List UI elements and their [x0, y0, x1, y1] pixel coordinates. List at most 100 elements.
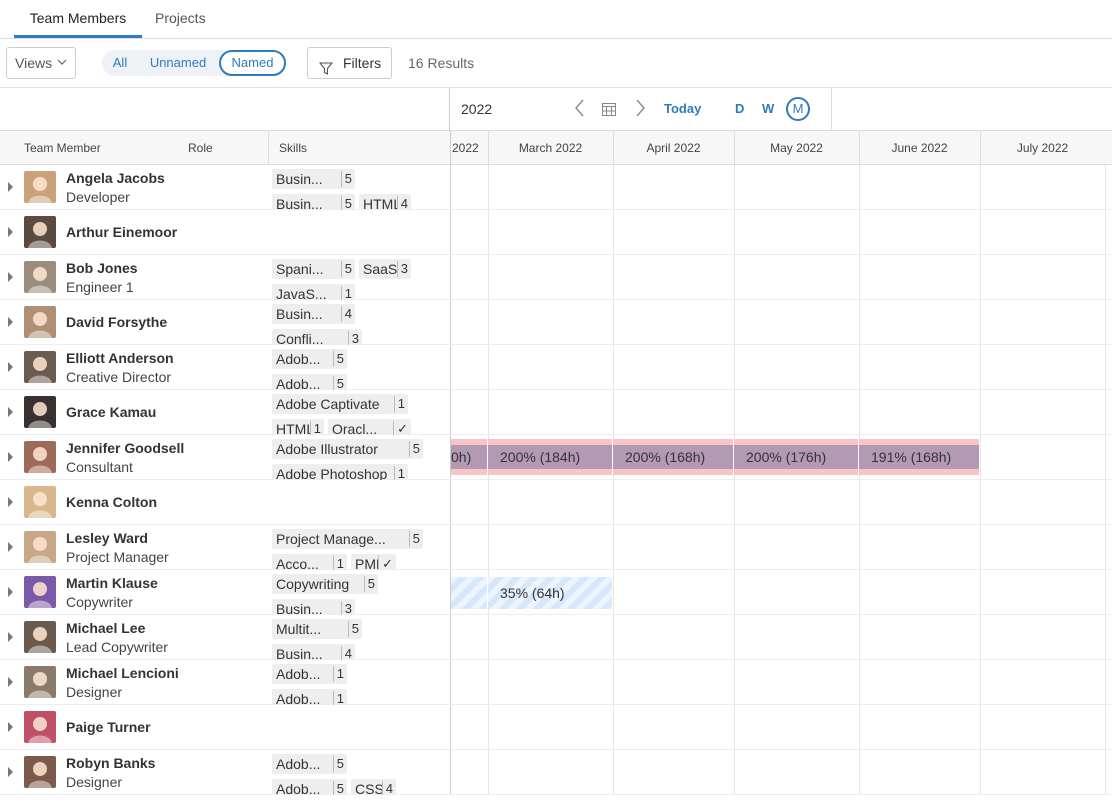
segment-named[interactable]: Named [219, 50, 286, 76]
caret-right-icon[interactable] [8, 677, 13, 687]
scale-week-button[interactable]: W [762, 101, 774, 116]
skill-chip[interactable]: PMP ✓ [351, 554, 396, 570]
scale-month-button[interactable]: M [786, 97, 810, 121]
chevron-right-icon[interactable] [634, 98, 646, 122]
caret-right-icon[interactable] [8, 272, 13, 282]
caret-right-icon[interactable] [8, 767, 13, 777]
member-name[interactable]: Kenna Colton [66, 494, 157, 510]
member-name[interactable]: Arthur Einemoor [66, 224, 177, 240]
today-button[interactable]: Today [664, 101, 701, 116]
allocation-bar[interactable]: 191% (168h) [859, 439, 979, 475]
skill-chip[interactable]: Adobe Photoshop 1 [272, 464, 408, 480]
caret-right-icon[interactable] [8, 227, 13, 237]
team-member-row[interactable]: Lesley Ward Project Manager Project Manage… [0, 525, 1112, 570]
member-name[interactable]: Michael Lencioni [66, 665, 179, 681]
skill-chip[interactable]: Adob... 5 [272, 754, 347, 774]
team-member-row[interactable]: Bob Jones Engineer 1 Spani... 5 SaaS 3 JavaS..… [0, 255, 1112, 300]
scale-day-button[interactable]: D [735, 101, 744, 116]
skill-chip[interactable]: Busin... 5 [272, 169, 355, 189]
skill-chip[interactable]: Confli... 3 [272, 329, 362, 345]
month-header[interactable]: July 2022 [980, 141, 1105, 155]
member-name[interactable]: Lesley Ward [66, 530, 148, 546]
allocation-bar[interactable]: 200% (184h) [488, 439, 612, 475]
team-member-row[interactable]: Grace Kamau Adobe Captivate 1 HTML 1 Oracl...… [0, 390, 1112, 435]
skill-chip[interactable]: Busin... 5 [272, 194, 355, 210]
caret-right-icon[interactable] [8, 587, 13, 597]
skill-chip[interactable]: Acco... 1 [272, 554, 347, 570]
skill-chip[interactable]: Adob... 5 [272, 349, 347, 369]
team-member-row[interactable]: Jennifer Goodsell Consultant Adobe Illustr… [0, 435, 1112, 480]
caret-right-icon[interactable] [8, 452, 13, 462]
member-name[interactable]: David Forsythe [66, 314, 167, 330]
column-header-member[interactable]: Team Member [24, 141, 101, 155]
team-member-row[interactable]: Michael Lencioni Designer Adob... 1 Adob... 1 [0, 660, 1112, 705]
caret-right-icon[interactable] [8, 632, 13, 642]
allocation-bar[interactable]: 0h) [451, 439, 487, 475]
member-name[interactable]: Paige Turner [66, 719, 151, 735]
member-name[interactable]: Martin Klause [66, 575, 158, 591]
team-member-row[interactable]: Kenna Colton [0, 480, 1112, 525]
tab-projects[interactable]: Projects [155, 0, 206, 38]
skill-chip[interactable]: SaaS 3 [359, 259, 411, 279]
chevron-left-icon[interactable] [574, 98, 586, 122]
member-name[interactable]: Jennifer Goodsell [66, 440, 184, 456]
skill-chip[interactable]: Busin... 4 [272, 304, 355, 324]
column-header-skills[interactable]: Skills [279, 141, 307, 155]
caret-right-icon[interactable] [8, 542, 13, 552]
team-member-row[interactable]: Martin Klause Copywriter Copywriting 5 Busin… [0, 570, 1112, 615]
member-name[interactable]: Robyn Banks [66, 755, 155, 771]
member-name[interactable]: Elliott Anderson [66, 350, 174, 366]
skill-chip[interactable]: Oracl... ✓ [328, 419, 411, 435]
caret-right-icon[interactable] [8, 182, 13, 192]
skill-chip[interactable]: Adobe Captivate 1 [272, 394, 408, 414]
allocation-bar[interactable]: 200% (176h) [734, 439, 858, 475]
caret-right-icon[interactable] [8, 722, 13, 732]
allocation-bar[interactable] [451, 577, 487, 609]
skill-chip[interactable]: Adobe Illustrator 5 [272, 439, 423, 459]
month-header[interactable]: May 2022 [734, 141, 859, 155]
skill-chip[interactable]: HTML 1 [272, 419, 324, 435]
allocation-bar[interactable]: 200% (168h) [613, 439, 733, 475]
caret-right-icon[interactable] [8, 407, 13, 417]
month-header[interactable]: April 2022 [613, 141, 734, 155]
skill-chip[interactable]: Busin... 4 [272, 644, 355, 660]
caret-right-icon[interactable] [8, 497, 13, 507]
calendar-icon[interactable] [601, 101, 617, 120]
skill-chip[interactable]: Adob... 5 [272, 374, 347, 390]
team-member-row[interactable]: Arthur Einemoor [0, 210, 1112, 255]
team-member-row[interactable]: Michael Lee Lead Copywriter Multit... 5 Busi… [0, 615, 1112, 660]
team-member-row[interactable]: Paige Turner [0, 705, 1112, 750]
skill-chip[interactable]: Adob... 5 [272, 779, 347, 795]
skill-chip[interactable]: Adob... 1 [272, 664, 347, 684]
caret-right-icon[interactable] [8, 317, 13, 327]
team-member-row[interactable]: David Forsythe Busin... 4 Confli... 3 [0, 300, 1112, 345]
skill-chip[interactable]: Copywriting 5 [272, 574, 378, 594]
month-header[interactable]: March 2022 [488, 141, 613, 155]
month-header[interactable]: 2022 [451, 141, 488, 155]
column-header-role[interactable]: Role [188, 141, 213, 155]
segment-unnamed[interactable]: Unnamed [144, 50, 212, 76]
skill-chip[interactable]: Spani... 5 [272, 259, 355, 279]
team-member-row[interactable]: Angela Jacobs Developer Busin... 5 Busin... 5… [0, 165, 1112, 210]
column-divider[interactable] [268, 131, 269, 165]
skill-chip[interactable]: CSS 4 [351, 779, 396, 795]
tab-team-members[interactable]: Team Members [14, 0, 142, 38]
member-name[interactable]: Bob Jones [66, 260, 138, 276]
filters-button[interactable]: Filters [307, 47, 392, 79]
skill-chip[interactable]: Adob... 1 [272, 689, 347, 705]
member-name[interactable]: Grace Kamau [66, 404, 156, 420]
team-member-row[interactable]: Elliott Anderson Creative Director Adob...… [0, 345, 1112, 390]
month-header[interactable]: June 2022 [859, 141, 980, 155]
segment-all[interactable]: All [108, 50, 132, 76]
skill-chip[interactable]: Multit... 5 [272, 619, 362, 639]
skill-chip[interactable]: JavaS... 1 [272, 284, 355, 300]
allocation-bar[interactable]: 35% (64h) [488, 577, 612, 609]
caret-right-icon[interactable] [8, 362, 13, 372]
member-name[interactable]: Michael Lee [66, 620, 145, 636]
team-member-row[interactable]: Robyn Banks Designer Adob... 5 Adob... 5 CSS 4 [0, 750, 1112, 795]
skill-chip[interactable]: Project Manage... 5 [272, 529, 423, 549]
skill-chip[interactable]: Busin... 3 [272, 599, 355, 615]
member-name[interactable]: Angela Jacobs [66, 170, 165, 186]
skill-chip[interactable]: HTML 4 [359, 194, 411, 210]
views-dropdown[interactable]: Views [6, 47, 76, 79]
